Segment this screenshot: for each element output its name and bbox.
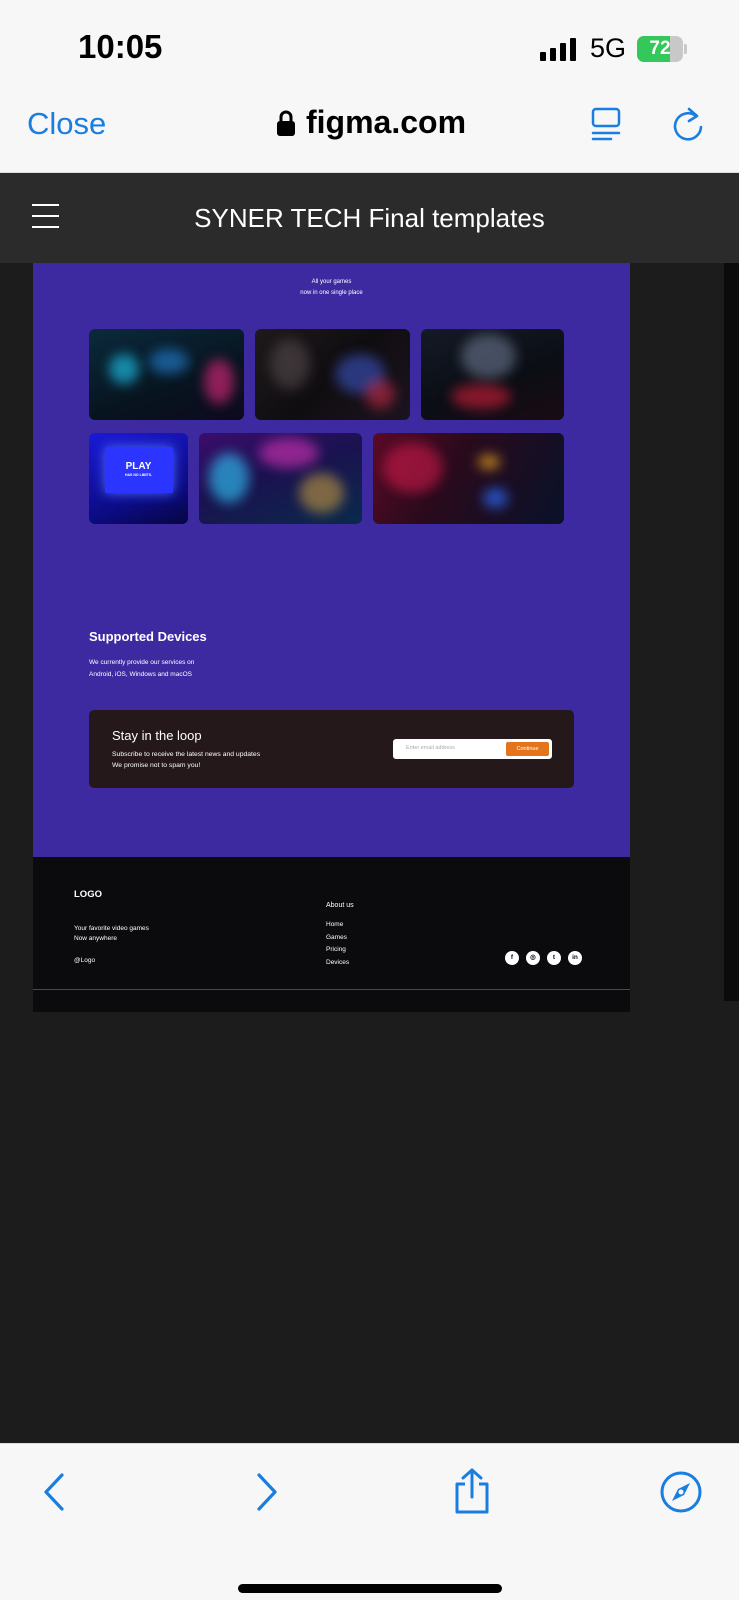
browser-toolbar [0,1443,739,1600]
share-icon[interactable] [452,1467,492,1515]
gamer-setup-photo [255,329,410,420]
devices-text: We currently provide our services on And… [89,657,249,681]
social-links: f ◎ t in [505,951,582,965]
newsletter-line-1: Subscribe to receive the latest news and… [112,751,261,758]
browser-header: Close figma.com [0,90,739,173]
cellular-signal-icon [540,38,576,61]
devices-line-1: We currently provide our services on [89,659,195,666]
network-type: 5G [590,33,627,63]
newsletter-title: Stay in the loop [112,728,202,743]
devices-title: Supported Devices [89,629,207,644]
tagline-line-2: now in one single place [300,290,363,296]
footer-divider [33,989,630,990]
reload-icon[interactable] [672,106,706,144]
neon-arcade-photo [199,433,362,524]
status-bar: 10:05 5G 72 [0,0,739,90]
linkedin-icon[interactable]: in [568,951,582,965]
battery-icon: 72 [637,36,687,62]
compass-icon[interactable] [659,1470,703,1514]
address-bar[interactable]: figma.com [276,104,466,141]
footer-tagline-2: Now anywhere [74,935,117,942]
lock-icon [277,110,295,136]
newsletter-line-2: We promise not to spam you! [112,761,201,769]
footer-logo: LOGO [74,889,102,900]
pc-hardware-photo [421,329,564,420]
play-screen-photo: PLAY HAS NO LIMITS. [89,433,188,524]
design-footer: LOGO Your favorite video games Now anywh… [33,857,630,1012]
tagline-line-1: All your games [311,279,352,285]
arcade-room-photo [89,329,244,420]
continue-button[interactable]: Continue [506,742,549,756]
hero-tagline: All your games now in one single place [33,277,630,299]
footer-handle: @Logo [74,957,96,964]
status-time: 10:05 [78,28,163,65]
devices-line-2: Android, iOS, Windows and macOS [89,671,192,678]
battery-level: 72 [649,38,671,59]
instagram-icon[interactable]: ◎ [526,951,540,965]
figma-canvas[interactable]: ——————— All your games now in one single… [0,263,739,1443]
url-text: figma.com [306,104,467,140]
play-text: PLAY [125,461,152,472]
back-icon[interactable] [40,1472,68,1512]
footer-link-devices[interactable]: Devices [326,957,349,970]
red-arcade-photo [373,433,564,524]
twitter-icon[interactable]: t [547,951,561,965]
footer-about-heading: About us [326,902,354,909]
footer-tagline: Your favorite video games Now anywhere [74,924,194,944]
newsletter-card: Stay in the loop Subscribe to receive th… [89,710,574,788]
email-placeholder: Enter email address [406,745,455,751]
close-button[interactable]: Close [27,106,106,142]
forward-icon[interactable] [253,1472,281,1512]
footer-links: Home Games Pricing Devices [326,919,349,969]
adjacent-frame [724,263,739,1001]
cropped-heading: ——————— [33,263,630,269]
file-title: SYNER TECH Final templates [194,203,545,233]
facebook-icon[interactable]: f [505,951,519,965]
footer-tagline-1: Your favorite video games [74,925,149,932]
footer-link-home[interactable]: Home [326,919,349,932]
footer-link-pricing[interactable]: Pricing [326,944,349,957]
newsletter-text: Subscribe to receive the latest news and… [112,750,312,771]
reader-view-icon[interactable] [590,106,622,142]
figma-viewer-header: SYNER TECH Final templates [0,173,739,263]
home-indicator[interactable] [238,1584,502,1593]
play-subtext: HAS NO LIMITS. [124,473,153,477]
email-field[interactable]: Enter email address Continue [393,739,552,759]
footer-link-games[interactable]: Games [326,932,349,945]
